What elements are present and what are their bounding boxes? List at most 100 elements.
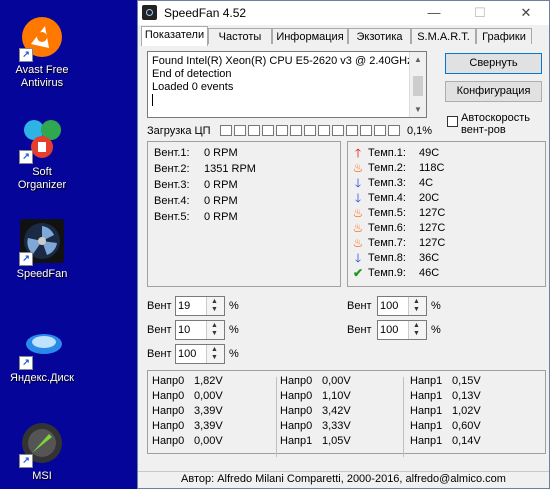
yandex-disk-icon: ↗ bbox=[19, 322, 65, 370]
voltage-value: 0,60V bbox=[452, 420, 481, 432]
cpu-usage-percent: 0,1% bbox=[407, 125, 433, 137]
cpu-meter-segment bbox=[248, 125, 260, 136]
spin-up-icon[interactable]: ▲ bbox=[413, 322, 420, 330]
voltage-label: Напр1 bbox=[280, 435, 313, 447]
shortcut-arrow-icon: ↗ bbox=[19, 356, 33, 370]
fan-speed-spinner-5[interactable]: 100 ▲ ▼ bbox=[377, 320, 427, 340]
spin-down-icon[interactable]: ▼ bbox=[211, 306, 218, 314]
temp-value: 20C bbox=[419, 192, 440, 204]
fan-speed-spinner-2[interactable]: 10 ▲ ▼ bbox=[175, 320, 225, 340]
spinner-buttons[interactable]: ▲ ▼ bbox=[408, 321, 426, 339]
minimize-window-button[interactable]: — bbox=[411, 1, 457, 25]
tab-exotics[interactable]: Экзотика bbox=[348, 28, 411, 44]
spin-up-icon[interactable]: ▲ bbox=[413, 298, 420, 306]
autospeed-label: Автоскорость вент-ров bbox=[461, 112, 530, 136]
tab-smart[interactable]: S.M.A.R.T. bbox=[411, 28, 476, 44]
percent-unit: % bbox=[431, 300, 441, 312]
minimize-to-tray-button[interactable]: Свернуть bbox=[445, 53, 542, 74]
percent-unit: % bbox=[229, 300, 239, 312]
temp-row: 🡓 Темп.8: 36C bbox=[352, 250, 512, 266]
readings-panel: Found Intel(R) Xeon(R) CPU E5-2620 v3 @ … bbox=[141, 45, 547, 460]
fan-value: 1351 RPM bbox=[204, 163, 256, 175]
spin-up-icon[interactable]: ▲ bbox=[211, 346, 218, 354]
voltage-value: 3,39V bbox=[194, 405, 223, 417]
configure-button[interactable]: Конфигурация bbox=[445, 81, 542, 102]
temp-value: 4C bbox=[419, 177, 434, 189]
spinner-buttons[interactable]: ▲ ▼ bbox=[206, 297, 224, 315]
temp-label: Темп.5: bbox=[368, 207, 406, 219]
spin-down-icon[interactable]: ▼ bbox=[413, 306, 420, 314]
spin-up-icon[interactable]: ▲ bbox=[211, 298, 218, 306]
speedfan-app-icon bbox=[142, 5, 157, 20]
avast-icon: ↗ bbox=[19, 14, 65, 62]
temp-row: ♨ Темп.6: 127C bbox=[352, 220, 512, 236]
soft-organizer-icon: ↗ bbox=[19, 116, 65, 164]
desktop-icon-soft-organizer[interactable]: ↗ Soft Organizer bbox=[0, 116, 84, 192]
temp-row: ♨ Темп.5: 127C bbox=[352, 205, 512, 221]
desktop-icon-speedfan[interactable]: ↗ SpeedFan bbox=[0, 218, 84, 281]
check-icon: ✔ bbox=[352, 266, 364, 280]
cpu-meter-segment bbox=[276, 125, 288, 136]
temp-label: Темп.8: bbox=[368, 252, 406, 264]
voltage-value: 3,39V bbox=[194, 420, 223, 432]
tab-readings[interactable]: Показатели bbox=[141, 26, 208, 46]
temp-row: 🡓 Темп.3: 4C bbox=[352, 175, 512, 191]
voltage-label: Напр0 bbox=[152, 375, 185, 387]
fan-speed-spinner-3[interactable]: 100 ▲ ▼ bbox=[175, 344, 225, 364]
temp-falling-icon: 🡓 bbox=[354, 251, 362, 265]
autospeed-checkbox[interactable] bbox=[447, 116, 458, 127]
voltage-label: Напр1 bbox=[410, 420, 443, 432]
voltage-value: 3,42V bbox=[322, 405, 351, 417]
msi-afterburner-icon: ↗ bbox=[19, 420, 65, 468]
spinner-buttons[interactable]: ▲ ▼ bbox=[206, 345, 224, 363]
fan-speed-spinner-1[interactable]: 19 ▲ ▼ bbox=[175, 296, 225, 316]
cpu-meter-segment bbox=[332, 125, 344, 136]
temp-row: ✔ Темп.9: 46C bbox=[352, 265, 512, 281]
scroll-up-icon[interactable]: ▲ bbox=[410, 53, 426, 66]
log-line: End of detection bbox=[152, 68, 232, 80]
temp-label: Темп.3: bbox=[368, 177, 406, 189]
scroll-thumb[interactable] bbox=[413, 76, 423, 96]
desktop-icon-yandex-disk[interactable]: ↗ Яндекс.Диск bbox=[0, 322, 84, 385]
desktop-icon-avast[interactable]: ↗ Avast Free Antivirus bbox=[0, 14, 84, 90]
temp-rising-icon: 🡑 bbox=[354, 146, 362, 160]
speedfan-icon: ↗ bbox=[19, 218, 65, 266]
voltage-label: Напр0 bbox=[152, 405, 185, 417]
spin-down-icon[interactable]: ▼ bbox=[211, 330, 218, 338]
temp-value: 36C bbox=[419, 252, 440, 264]
spinner-buttons[interactable]: ▲ ▼ bbox=[408, 297, 426, 315]
spin-up-icon[interactable]: ▲ bbox=[211, 322, 218, 330]
cpu-meter-segment bbox=[360, 125, 372, 136]
autospeed-label-line: Автоскорость bbox=[461, 112, 531, 124]
scroll-down-icon[interactable]: ▼ bbox=[410, 103, 426, 116]
fan-label: Вент.4: bbox=[154, 195, 190, 207]
temp-row: 🡓 Темп.4: 20C bbox=[352, 190, 512, 206]
voltage-label: Напр1 bbox=[410, 405, 443, 417]
desktop-icon-msi[interactable]: ↗ MSI bbox=[0, 420, 84, 483]
voltage-value: 3,33V bbox=[322, 420, 351, 432]
spin-down-icon[interactable]: ▼ bbox=[211, 354, 218, 362]
temp-row: ♨ Темп.7: 127C bbox=[352, 235, 512, 251]
log-line: Loaded 0 events bbox=[152, 81, 234, 93]
cpu-meter-segment bbox=[234, 125, 246, 136]
voltage-label: Напр0 bbox=[152, 390, 185, 402]
autospeed-label-line: вент-ров bbox=[461, 124, 506, 136]
spin-down-icon[interactable]: ▼ bbox=[413, 330, 420, 338]
temp-label: Темп.7: bbox=[368, 237, 406, 249]
log-scrollbar[interactable]: ▲ ▼ bbox=[409, 52, 426, 117]
title-bar[interactable]: SpeedFan 4.52 — ☐ ✕ bbox=[138, 1, 549, 25]
spinner-value: 100 bbox=[380, 324, 399, 336]
close-window-button[interactable]: ✕ bbox=[503, 1, 549, 25]
event-log[interactable]: Found Intel(R) Xeon(R) CPU E5-2620 v3 @ … bbox=[147, 51, 427, 118]
tab-info[interactable]: Информация bbox=[272, 28, 348, 44]
temp-falling-icon: 🡓 bbox=[354, 176, 362, 190]
spinner-buttons[interactable]: ▲ ▼ bbox=[206, 321, 224, 339]
fan-speed-label: Вент bbox=[347, 324, 372, 336]
tab-clock[interactable]: Частоты bbox=[208, 28, 272, 44]
fan-speed-label: Вент bbox=[147, 300, 172, 312]
maximize-window-button[interactable]: ☐ bbox=[457, 1, 503, 25]
fan-speed-spinner-4[interactable]: 100 ▲ ▼ bbox=[377, 296, 427, 316]
divider bbox=[276, 377, 277, 457]
tab-charts[interactable]: Графики bbox=[476, 28, 532, 44]
voltage-value: 0,13V bbox=[452, 390, 481, 402]
